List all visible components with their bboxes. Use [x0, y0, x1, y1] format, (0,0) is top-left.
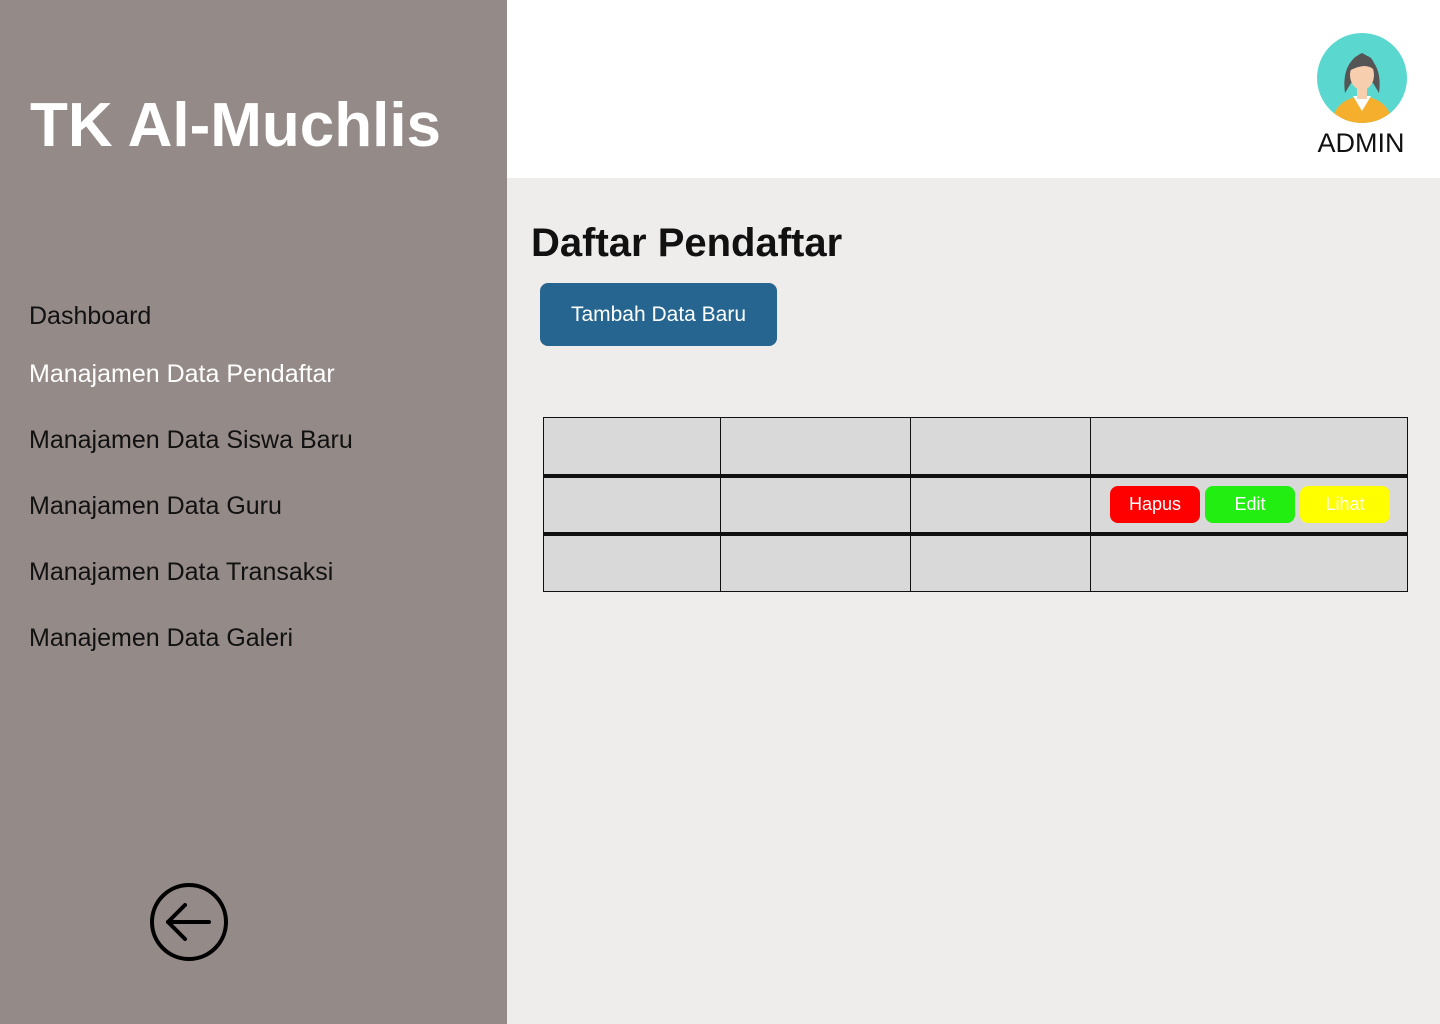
- table-cell: [1090, 531, 1408, 592]
- user-role-label: ADMIN: [1317, 128, 1405, 158]
- page-title: Daftar Pendaftar: [531, 221, 843, 265]
- table-header-row: [543, 417, 1408, 476]
- user-avatar[interactable]: [1317, 33, 1407, 123]
- table-cell: [543, 417, 721, 476]
- sidebar-item-data-galeri[interactable]: Manajemen Data Galeri: [29, 624, 293, 653]
- table-cell: [543, 531, 721, 592]
- edit-button[interactable]: Edit: [1205, 486, 1295, 523]
- registrant-table: Hapus Edit Lihat: [543, 417, 1408, 592]
- sidebar: TK Al-Muchlis Dashboard Manajamen Data P…: [0, 0, 507, 1024]
- table-cell: [720, 417, 911, 476]
- table-cell: [910, 417, 1091, 476]
- sidebar-item-data-pendaftar[interactable]: Manajamen Data Pendaftar: [29, 360, 335, 389]
- table-cell: [720, 531, 911, 592]
- actions-cell: Hapus Edit Lihat: [1090, 473, 1408, 534]
- delete-button[interactable]: Hapus: [1110, 486, 1200, 523]
- sidebar-item-data-guru[interactable]: Manajamen Data Guru: [29, 492, 282, 521]
- brand-title: TK Al-Muchlis: [30, 91, 442, 160]
- table-cell: [1090, 417, 1408, 476]
- sidebar-item-dashboard[interactable]: Dashboard: [29, 302, 151, 331]
- sidebar-item-data-siswa-baru[interactable]: Manajamen Data Siswa Baru: [29, 426, 353, 455]
- back-button[interactable]: [149, 882, 229, 962]
- arrow-left-circle-icon: [150, 883, 228, 961]
- table-cell: [910, 473, 1091, 534]
- table-cell: [543, 473, 721, 534]
- table-cell: [910, 531, 1091, 592]
- row-actions: Hapus Edit Lihat: [1091, 486, 1407, 523]
- add-new-data-button[interactable]: Tambah Data Baru: [540, 283, 777, 346]
- table-row: Hapus Edit Lihat: [543, 473, 1408, 534]
- sidebar-item-data-transaksi[interactable]: Manajamen Data Transaksi: [29, 558, 333, 587]
- table-row: [543, 531, 1408, 592]
- female-avatar-icon: [1317, 33, 1407, 123]
- view-button[interactable]: Lihat: [1300, 486, 1390, 523]
- table-cell: [720, 473, 911, 534]
